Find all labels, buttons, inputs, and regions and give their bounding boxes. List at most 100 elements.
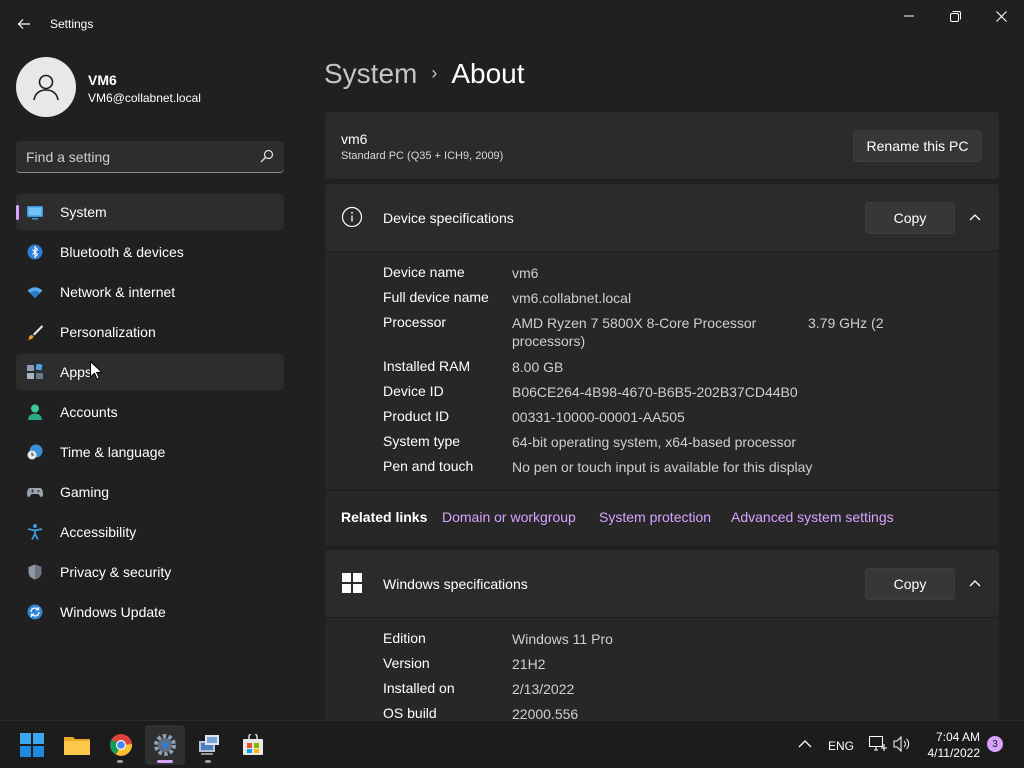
sidebar-item-privacy[interactable]: Privacy & security [16,554,284,590]
sidebar-item-bluetooth[interactable]: Bluetooth & devices [16,234,284,270]
sidebar-item-system[interactable]: System [16,194,284,230]
settings-icon [154,734,176,756]
breadcrumb-parent[interactable]: System [324,58,417,89]
device-specs-body: Device name vm6 Full device name vm6.col… [325,251,999,489]
minimize-button[interactable] [886,0,932,32]
clock-time: 7:04 AM [935,730,980,744]
sidebar-item-label: Accounts [60,404,118,420]
start-icon [20,733,44,757]
sidebar-item-network[interactable]: Network & internet [16,274,284,310]
sidebar-item-accounts[interactable]: Accounts [16,394,284,430]
start-button[interactable] [12,725,52,765]
user-name: VM6 [88,72,117,88]
related-links-title: Related links [341,509,428,525]
sidebar-item-personalization[interactable]: Personalization [16,314,284,350]
clock-globe-icon [27,444,43,460]
sidebar-item-windows-update[interactable]: Windows Update [16,594,284,630]
taskbar-settings[interactable] [145,725,185,765]
spec-value[interactable]: 2/13/2022 [512,680,802,698]
taskbar-network-tool[interactable] [189,725,229,765]
spec-label: Product ID [383,408,450,424]
taskbar-file-explorer[interactable] [57,725,97,765]
accessibility-icon [27,524,43,540]
sidebar-item-apps[interactable]: Apps [16,354,284,390]
windows-specs-title: Windows specifications [383,576,528,592]
clock[interactable]: 7:04 AM 4/11/2022 [920,729,981,761]
spec-label: Version [383,655,430,671]
wifi-icon [27,287,43,298]
shield-icon [28,564,42,580]
search-input[interactable] [26,141,246,172]
chevron-right-icon: › [431,63,438,83]
page-title: About [451,58,525,89]
person-icon [33,74,59,101]
pc-name-card: vm6 Standard PC (Q35 + ICH9, 2009) Renam… [325,112,999,179]
spec-value-clock[interactable]: 3.79 GHz (2 [808,314,908,332]
file-explorer-icon [64,737,90,755]
store-icon [243,734,263,755]
spec-value[interactable]: 64-bit operating system, x64-based proce… [512,433,932,451]
spec-value[interactable]: AMD Ryzen 7 5800X 8-Core Processor proce… [512,314,762,350]
sidebar-item-label: Privacy & security [60,564,172,580]
taskbar-chrome[interactable] [101,725,141,765]
copy-windows-specs-button[interactable]: Copy [865,568,955,600]
spec-value[interactable]: vm6.collabnet.local [512,289,802,307]
person-icon [28,404,42,420]
network-wired-icon[interactable] [869,736,887,752]
copy-device-specs-button[interactable]: Copy [865,202,955,234]
spec-label: Pen and touch [383,458,474,474]
chevron-up-icon [969,214,981,221]
sidebar-item-label: Network & internet [60,284,176,300]
taskbar-store[interactable] [233,725,273,765]
spec-value[interactable]: Windows 11 Pro [512,630,802,648]
avatar[interactable] [16,57,76,117]
sidebar-nav: System Bluetooth & devices Network & int… [16,194,284,634]
spec-label: Full device name [383,289,489,305]
collapse-button[interactable] [965,206,985,228]
spec-value[interactable]: No pen or touch input is available for t… [512,458,982,476]
sidebar-item-label: Personalization [60,324,156,340]
domain-workgroup-link[interactable]: Domain or workgroup [442,509,576,525]
language-indicator[interactable]: ENG [828,739,854,753]
rename-pc-button[interactable]: Rename this PC [853,130,982,162]
clock-date: 4/11/2022 [927,746,981,760]
restore-button[interactable] [932,0,978,32]
spec-value[interactable]: vm6 [512,264,802,282]
sidebar-item-time-language[interactable]: Time & language [16,434,284,470]
close-icon [995,10,1007,22]
running-indicator [117,760,123,763]
sidebar-item-gaming[interactable]: Gaming [16,474,284,510]
spec-value[interactable]: B06CE264-4B98-4670-B6B5-202B37CD44B0 [512,383,932,401]
spec-value[interactable]: 8.00 GB [512,358,802,376]
search-box[interactable] [16,141,284,173]
taskbar: ENG 7:04 AM 4/11/2022 [0,720,1024,768]
notification-badge[interactable]: 3 [987,736,1003,752]
sidebar-item-accessibility[interactable]: Accessibility [16,514,284,550]
apps-icon [27,364,43,379]
spec-label: Device name [383,264,465,280]
device-specs-header[interactable]: Device specifications Copy [325,184,999,251]
running-indicator [205,760,211,763]
back-button[interactable] [8,8,40,40]
info-icon [341,206,363,228]
volume-icon[interactable] [893,736,911,752]
close-button[interactable] [978,0,1024,32]
system-protection-link[interactable]: System protection [599,509,711,525]
pc-model: Standard PC (Q35 + ICH9, 2009) [341,150,504,162]
spec-value[interactable]: 00331-10000-00001-AA505 [512,408,932,426]
collapse-button[interactable] [965,572,985,594]
advanced-system-settings-link[interactable]: Advanced system settings [731,509,894,525]
spec-label: Processor [383,314,447,330]
sidebar-item-label: Time & language [60,444,166,460]
bluetooth-icon [27,244,43,260]
spec-value[interactable]: 21H2 [512,655,802,673]
search-icon[interactable] [260,149,274,163]
chevron-up-icon[interactable] [798,739,812,749]
windows-specs-header[interactable]: Windows specifications Copy [325,550,999,617]
spec-label: Installed RAM [383,358,471,374]
running-indicator [157,760,173,763]
spec-label: OS build [383,705,437,721]
related-links: Related links Domain or workgroup System… [325,490,999,545]
back-arrow-icon [17,19,30,29]
monitor-icon [27,206,43,220]
